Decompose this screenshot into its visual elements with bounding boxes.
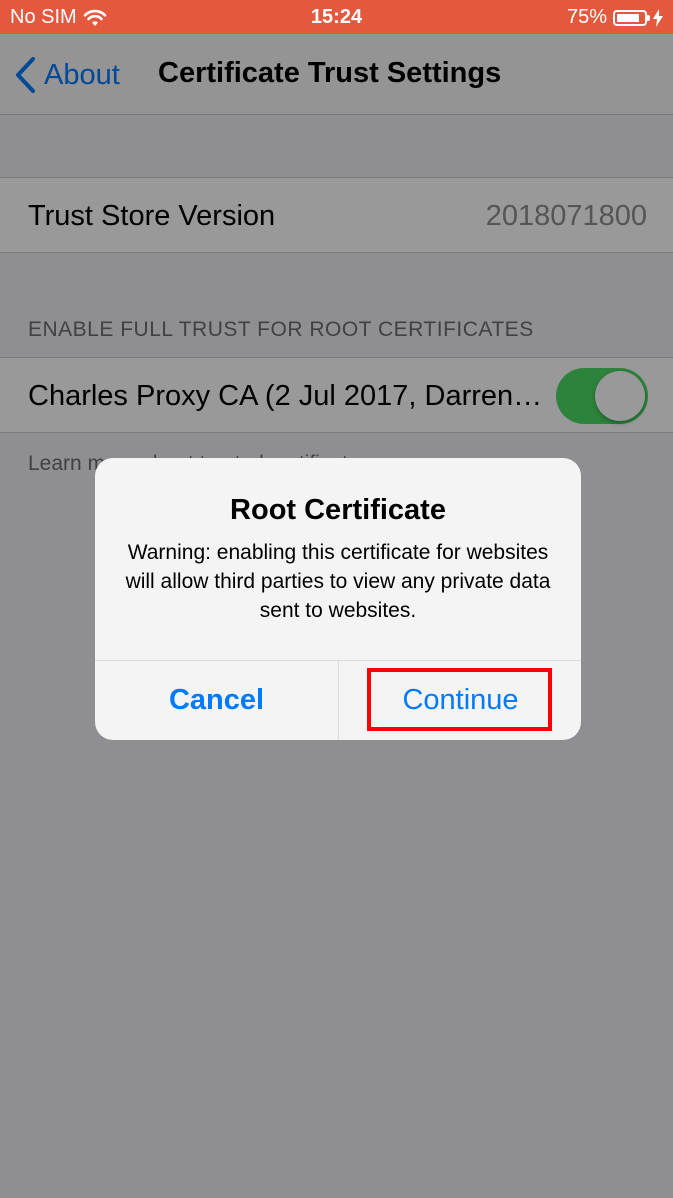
status-right: 75% [567,6,663,29]
continue-highlight-box [367,668,552,731]
alert-message: Warning: enabling this certificate for w… [125,541,551,622]
charging-bolt-icon [653,8,663,27]
status-bar: No SIM 15:24 75% [0,0,673,34]
alert-title: Root Certificate [230,494,446,526]
battery-percent: 75% [566,6,607,28]
battery-icon [613,9,650,26]
cancel-button[interactable]: Cancel [95,661,338,740]
